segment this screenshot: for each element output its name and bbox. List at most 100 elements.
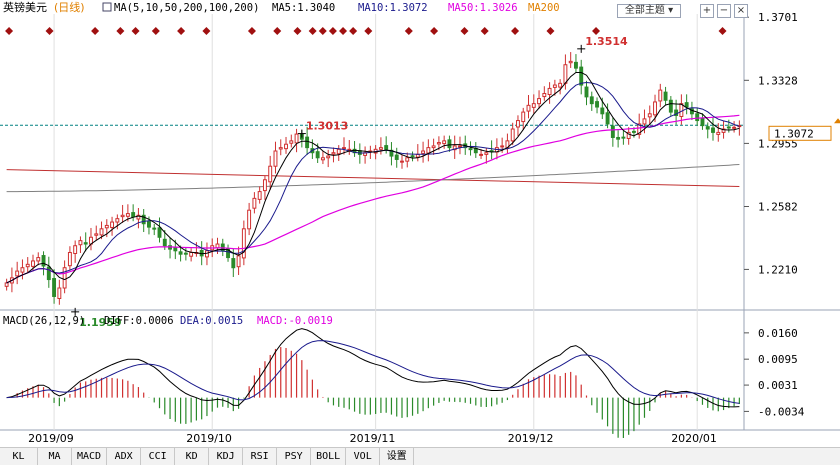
candle-body <box>510 128 515 142</box>
macd-value: MACD:-0.0019 <box>257 315 333 327</box>
candle-body <box>73 245 78 255</box>
candle-body <box>579 66 584 86</box>
candle-body <box>36 257 41 262</box>
signal-marker <box>404 27 413 35</box>
candle-body <box>326 155 331 159</box>
candle-body <box>289 140 294 144</box>
chart-title: 英镑美元 <box>3 0 47 14</box>
price-tick-label-1: 1.3328 <box>758 74 798 87</box>
signal-marker <box>318 27 327 35</box>
candle-body <box>547 87 552 96</box>
candle-body <box>178 251 183 255</box>
tab-kl[interactable]: KL <box>0 448 38 465</box>
tab-macd[interactable]: MACD <box>72 448 108 465</box>
candle-body <box>537 98 541 105</box>
signal-marker <box>349 27 358 35</box>
indicator-toolbar: KL MA MACD ADX CCI KD KDJ RSI PSY BOLL V… <box>0 447 840 465</box>
candle-body <box>484 152 489 155</box>
candle-body <box>41 255 46 267</box>
candle-body <box>205 250 209 258</box>
candle-body <box>384 145 389 150</box>
candle-body <box>426 147 431 154</box>
chart-period: (日线) <box>54 0 85 14</box>
candle-body <box>257 191 262 200</box>
signal-marker <box>430 27 439 35</box>
candle-body <box>104 224 109 229</box>
candle-body <box>147 221 151 228</box>
macd-tick-label-1: 0.0095 <box>758 353 798 366</box>
annotation-label-0: 1.3514 <box>585 35 628 48</box>
candle-body <box>247 209 252 230</box>
candle-body <box>684 102 689 108</box>
close-button[interactable]: × <box>734 4 748 18</box>
tab-rsi[interactable]: RSI <box>243 448 278 465</box>
candle-body <box>347 148 352 151</box>
candle-body <box>700 118 705 127</box>
macd-dea: DEA:0.0015 <box>180 315 243 327</box>
tab-boll[interactable]: BOLL <box>311 448 347 465</box>
candle-body <box>252 197 257 209</box>
tab-kd[interactable]: KD <box>175 448 210 465</box>
tab-vol[interactable]: VOL <box>346 448 381 465</box>
candle-body <box>653 101 657 116</box>
zoom-in-button[interactable]: + <box>700 4 714 18</box>
candle-body <box>4 282 9 287</box>
candle-body <box>552 84 557 88</box>
candle-body <box>410 155 415 158</box>
signal-marker <box>177 27 186 35</box>
signal-marker <box>151 27 160 35</box>
candle-body <box>189 251 194 257</box>
signal-marker <box>546 27 555 35</box>
candle-body <box>563 64 568 84</box>
price-chart[interactable]: 2019/09 2019/10 2019/11 2019/12 2020/01 1.370… <box>0 0 840 465</box>
candle-body <box>241 228 246 259</box>
macd-histogram <box>11 347 740 438</box>
candle-body <box>531 103 536 108</box>
date-label-0: 2019/09 <box>28 432 74 445</box>
signal-marker <box>116 27 125 35</box>
candle-body <box>231 258 236 269</box>
candle-body <box>315 151 320 159</box>
current-price-label: 1.3072 <box>774 127 814 140</box>
ma-checkbox-icon <box>102 2 112 12</box>
candle-body <box>131 212 136 218</box>
candle-body <box>273 150 278 167</box>
date-label-4: 2020/01 <box>671 432 717 445</box>
macd-params: MACD(26,12,9) <box>3 315 85 327</box>
candle-body <box>542 92 547 98</box>
theme-dropdown[interactable]: 全部主题 ▾ <box>617 4 681 18</box>
tab-ma[interactable]: MA <box>38 448 72 465</box>
ma50-value: MA50:1.3026 <box>448 2 518 14</box>
macd-tick-label-3: -0.0034 <box>758 405 805 418</box>
tab-cci[interactable]: CCI <box>141 448 176 465</box>
ma-params: MA(5,10,50,200,100,200) <box>114 2 259 14</box>
macd-diff: DIFF:0.0006 <box>104 315 174 327</box>
candle-body <box>521 111 526 123</box>
candle-body <box>152 227 157 230</box>
chevron-down-icon: ▾ <box>668 5 674 16</box>
tab-psy[interactable]: PSY <box>277 448 312 465</box>
price-arrow-icon <box>834 118 840 124</box>
candle-body <box>716 131 721 135</box>
candle-body <box>589 96 594 105</box>
zoom-out-button[interactable]: − <box>717 4 731 18</box>
candle-body <box>57 287 62 299</box>
date-label-2: 2019/11 <box>350 432 396 445</box>
signal-marker <box>718 27 727 35</box>
candle-body <box>558 82 563 88</box>
candle-body <box>415 153 420 158</box>
tab-settings[interactable]: 设置 <box>380 448 415 465</box>
candle-body <box>52 278 57 297</box>
candle-body <box>726 126 731 129</box>
candle-body <box>320 157 325 161</box>
candle-body <box>668 99 673 113</box>
candle-body <box>183 252 188 255</box>
tab-adx[interactable]: ADX <box>107 448 142 465</box>
candle-body <box>25 263 30 268</box>
tab-kdj[interactable]: KDJ <box>209 448 244 465</box>
candle-body <box>268 165 273 183</box>
candle-body <box>83 242 88 245</box>
signal-marker <box>293 27 302 35</box>
candle-body <box>115 218 120 223</box>
candle-body <box>516 120 520 128</box>
